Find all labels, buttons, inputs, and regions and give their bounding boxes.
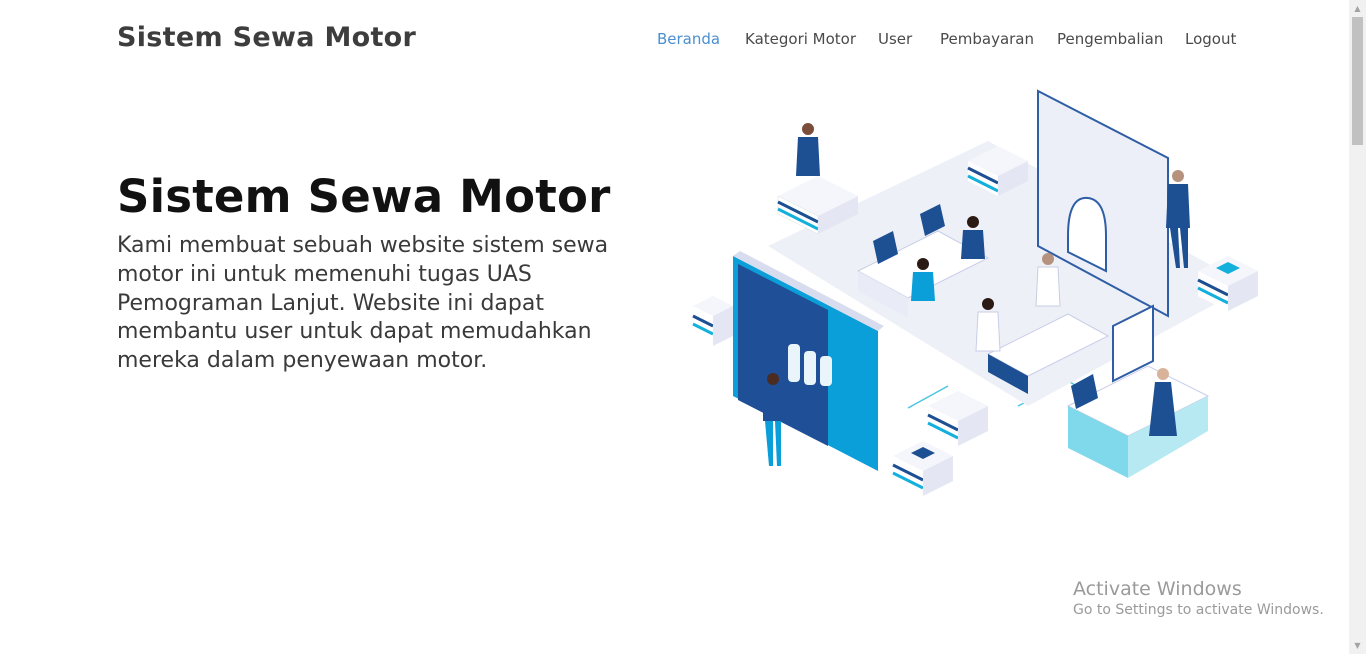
main-nav: Beranda Kategori Motor User Pembayaran P… bbox=[0, 30, 1349, 54]
nav-link-pengembalian[interactable]: Pengembalian bbox=[1057, 30, 1163, 48]
hero-title: Sistem Sewa Motor bbox=[117, 170, 611, 223]
page: Sistem Sewa Motor Beranda Kategori Motor… bbox=[0, 0, 1366, 654]
nav-link-logout[interactable]: Logout bbox=[1185, 30, 1236, 48]
watermark-subtitle: Go to Settings to activate Windows. bbox=[1073, 602, 1324, 618]
scroll-down-arrow-icon[interactable]: ▼ bbox=[1349, 637, 1366, 654]
nav-link-kategori-motor[interactable]: Kategori Motor bbox=[745, 30, 856, 48]
scroll-up-arrow-icon[interactable]: ▲ bbox=[1349, 0, 1366, 17]
scrollbar-thumb[interactable] bbox=[1352, 17, 1363, 145]
hero-description: Kami membuat sebuah website sistem sewa … bbox=[117, 233, 609, 374]
watermark-title: Activate Windows bbox=[1073, 578, 1242, 600]
vertical-scrollbar[interactable]: ▲ ▼ bbox=[1349, 0, 1366, 654]
nav-link-user[interactable]: User bbox=[878, 30, 912, 48]
hero-illustration bbox=[692, 89, 1258, 496]
nav-link-beranda[interactable]: Beranda bbox=[657, 30, 720, 48]
nav-link-pembayaran[interactable]: Pembayaran bbox=[940, 30, 1034, 48]
activate-windows-watermark: Activate Windows Go to Settings to activ… bbox=[1073, 578, 1324, 620]
navbar: Sistem Sewa Motor Beranda Kategori Motor… bbox=[0, 0, 1349, 80]
